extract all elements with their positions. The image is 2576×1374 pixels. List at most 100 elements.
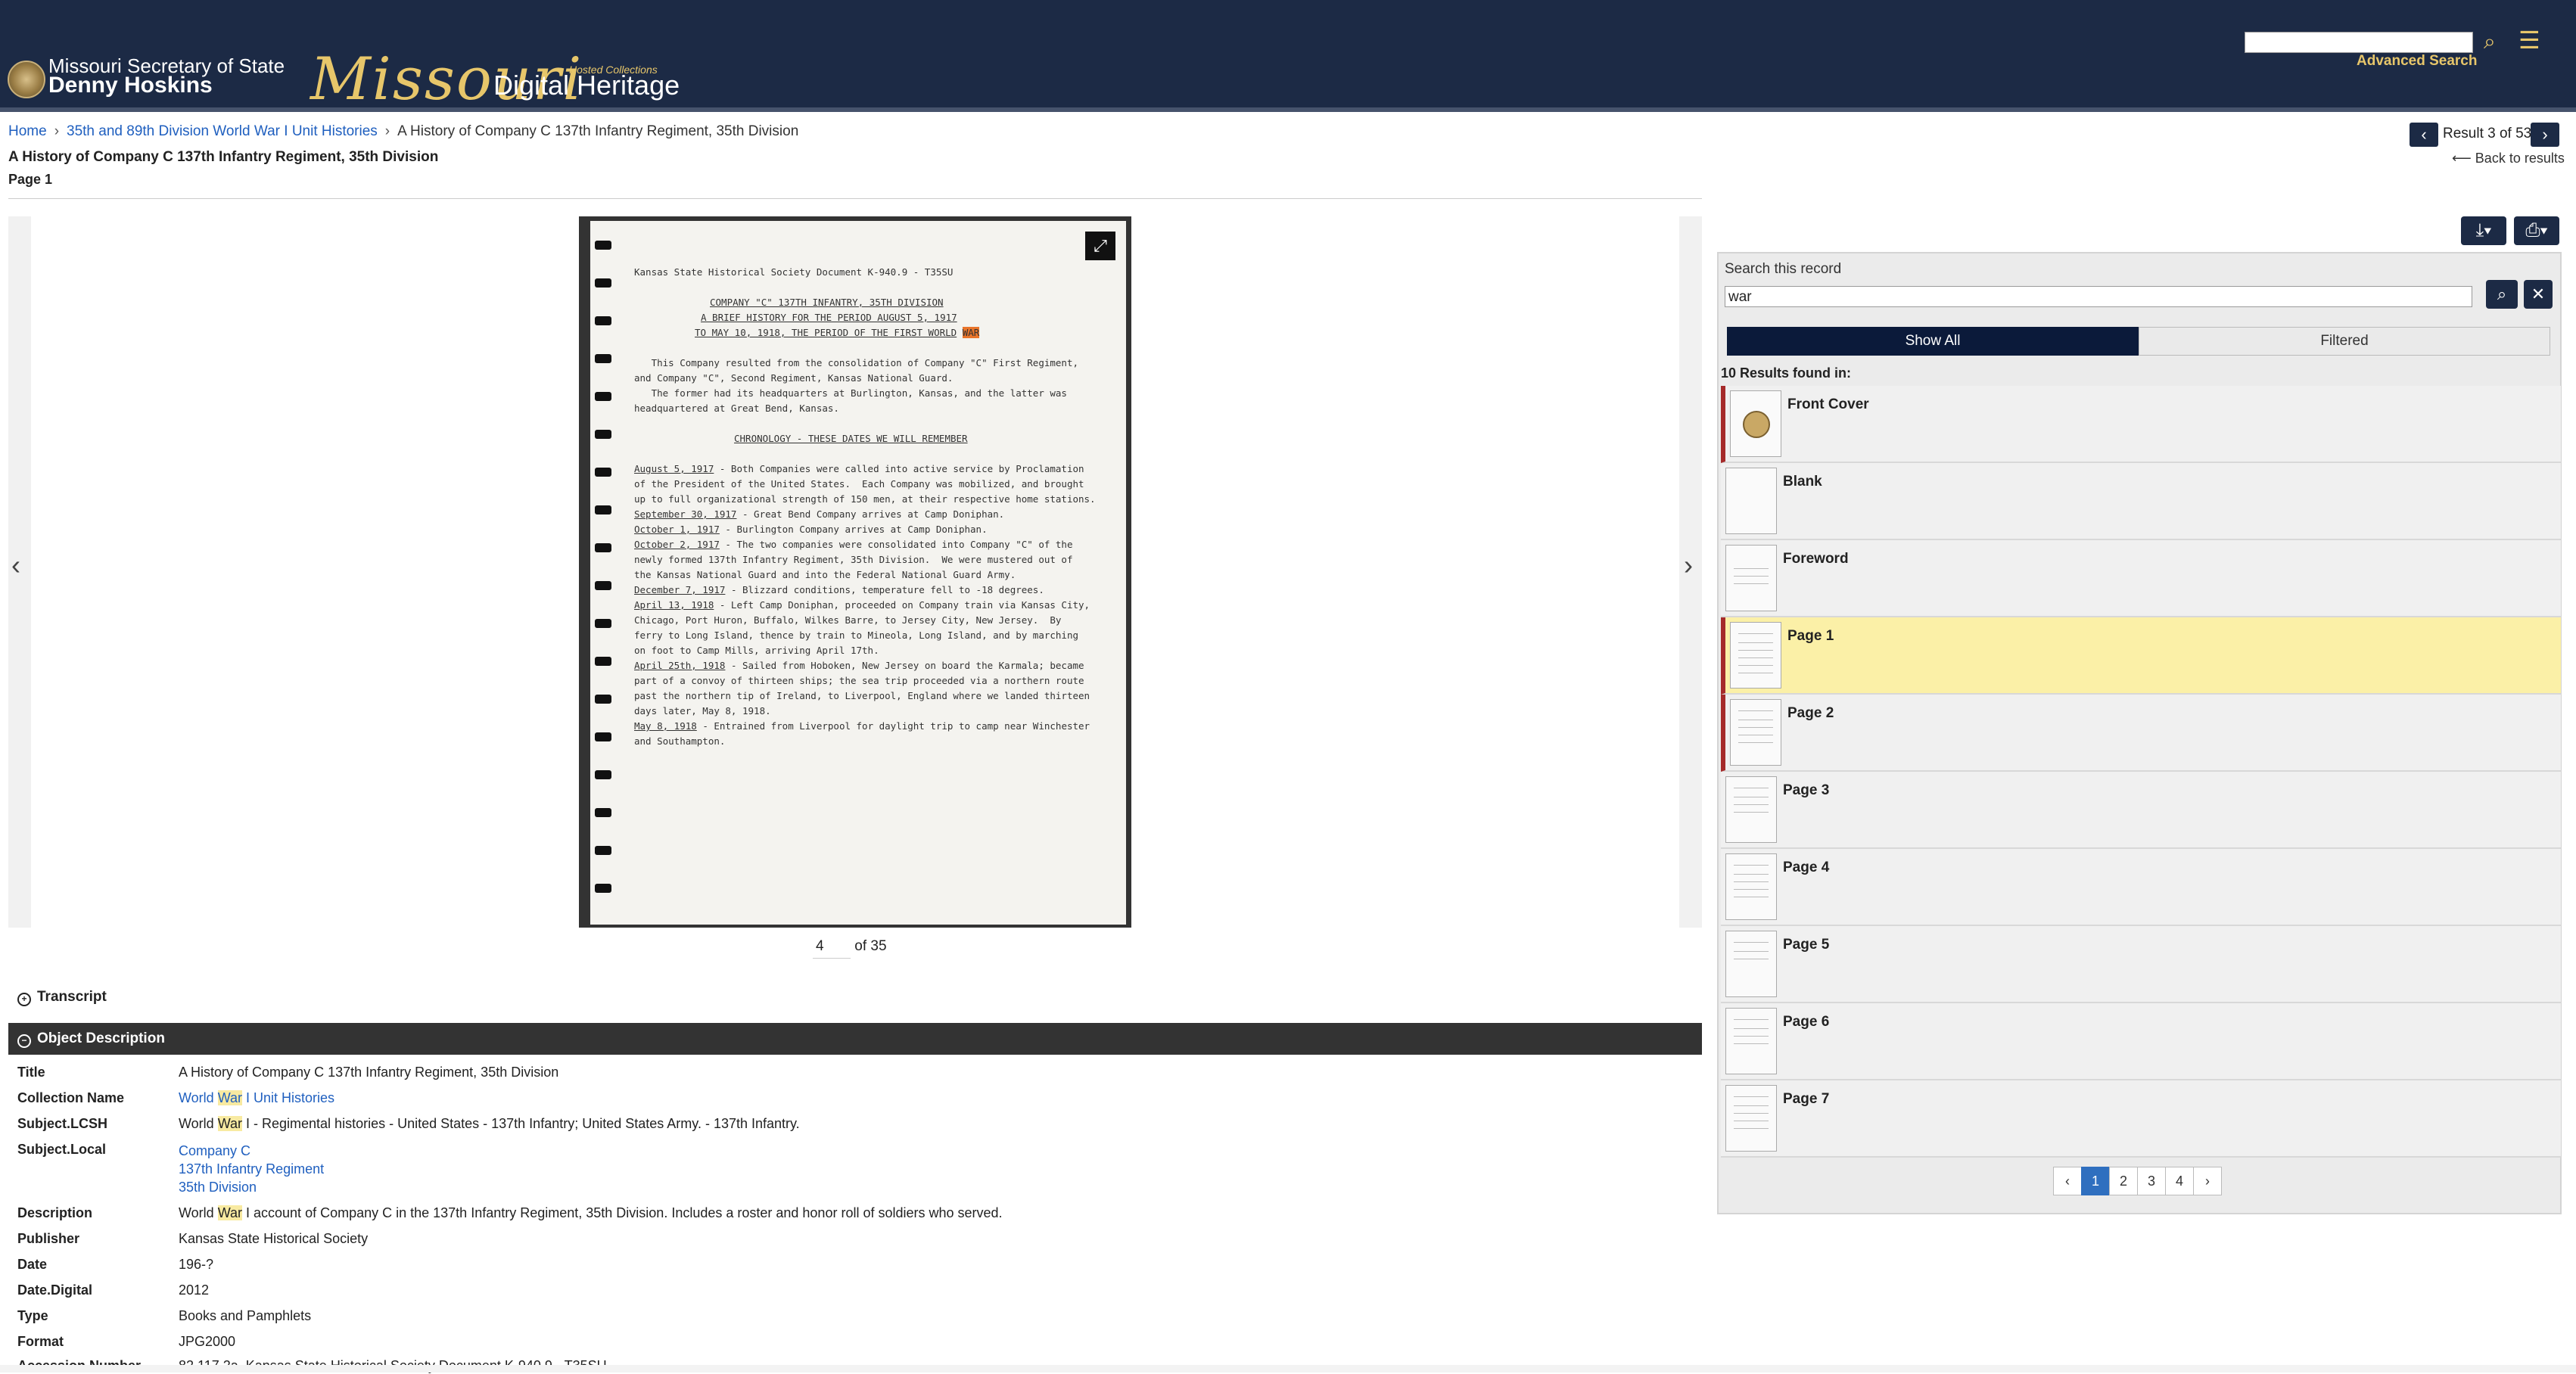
list-item[interactable]: Page 6 (1721, 1003, 2561, 1080)
list-item[interactable]: Front Cover (1721, 386, 2561, 463)
search-record-input[interactable]: war (1725, 286, 2472, 307)
object-description-header[interactable]: − Object Description (8, 1023, 1702, 1055)
divider (8, 198, 1702, 199)
list-item[interactable]: Page 4 (1721, 849, 2561, 926)
header-search-input[interactable] (2245, 32, 2473, 53)
page-number-control: 4 of 35 (813, 938, 887, 959)
viewer-next-button[interactable]: › (1679, 216, 1702, 928)
list-item[interactable]: Page 5 (1721, 926, 2561, 1003)
results-found-label: 10 Results found in: (1721, 365, 1852, 381)
prev-result-button[interactable]: ‹ (2410, 123, 2438, 147)
spiral-binding (595, 770, 611, 779)
search-icon[interactable]: ⌕ (2486, 280, 2518, 309)
spiral-binding (595, 468, 611, 477)
chevron-right-icon: › (54, 123, 60, 139)
search-hit-highlight: WAR (962, 327, 980, 338)
viewer-prev-button[interactable]: ‹ (8, 216, 31, 928)
tab-filtered[interactable]: Filtered (2139, 327, 2550, 356)
subject-link-35th[interactable]: 35th Division (179, 1180, 257, 1195)
meta-publisher-label: Publisher (17, 1231, 80, 1246)
tab-show-all[interactable]: Show All (1727, 327, 2139, 356)
back-to-results-link[interactable]: ⟵ Back to results (2452, 151, 2565, 166)
list-item-label: Page 7 (1783, 1091, 1830, 1107)
transcript-toggle[interactable]: + Transcript (8, 985, 1702, 1009)
page-thumbnail (1725, 468, 1777, 534)
meta-type-value: Books and Pamphlets (179, 1308, 312, 1323)
list-item-label: Page 5 (1783, 937, 1830, 953)
page-thumbnail (1725, 1085, 1777, 1152)
print-icon[interactable]: ⎙▾ (2514, 216, 2559, 245)
meta-local-value: Company C 137th Infantry Regiment 35th D… (179, 1142, 324, 1196)
meta-format-value: JPG2000 (179, 1334, 236, 1349)
document-page[interactable]: Kansas State Historical Society Document… (590, 221, 1126, 925)
spiral-binding (595, 732, 611, 741)
meta-description-value: World War I account of Company C in the … (179, 1205, 1003, 1220)
document-typed-text: Kansas State Historical Society Document… (634, 266, 1096, 747)
fullscreen-expand-icon[interactable]: ⤢ (1085, 232, 1115, 260)
spiral-binding (595, 505, 611, 514)
horizontal-scrollbar[interactable] (0, 1365, 2576, 1372)
chevron-left-icon: ‹ (11, 549, 20, 580)
meta-format-label: Format (17, 1334, 64, 1349)
spiral-binding (595, 354, 611, 363)
list-item[interactable]: Page 7 (1721, 1080, 2561, 1158)
meta-collection-value: World War I Unit Histories (179, 1090, 334, 1106)
collection-link[interactable]: World War I Unit Histories (179, 1090, 334, 1105)
spiral-binding (595, 241, 611, 250)
plus-circle-icon: + (17, 993, 31, 1006)
subject-link-137th[interactable]: 137th Infantry Regiment (179, 1161, 324, 1177)
list-item[interactable]: Page 2 (1721, 695, 2561, 772)
page-thumbnail (1730, 390, 1781, 457)
list-item[interactable]: Foreword (1721, 540, 2561, 617)
search-icon[interactable]: ⌕ (2484, 30, 2506, 53)
list-item[interactable]: Page 1 (1721, 617, 2561, 695)
breadcrumb-home[interactable]: Home (8, 123, 47, 139)
meta-lcsh-value: World War I - Regimental histories - Uni… (179, 1116, 800, 1131)
spiral-binding (595, 884, 611, 893)
list-item[interactable]: Blank (1721, 463, 2561, 540)
transcript-label: Transcript (37, 989, 107, 1005)
site-header: Missouri Secretary of State Denny Hoskin… (0, 0, 2576, 113)
pagination-page-2[interactable]: 2 (2109, 1167, 2138, 1195)
spiral-binding (595, 619, 611, 628)
spiral-binding (595, 316, 611, 325)
subject-link-company-c[interactable]: Company C (179, 1143, 250, 1158)
meta-collection-label: Collection Name (17, 1090, 125, 1105)
page-thumbnail (1725, 545, 1777, 611)
page-thumbnail (1725, 931, 1777, 997)
pagination-page-1[interactable]: 1 (2081, 1167, 2110, 1195)
page-thumbnail (1725, 1008, 1777, 1074)
meta-lcsh-label: Subject.LCSH (17, 1116, 108, 1131)
results-list: Front Cover Blank Foreword Page 1 Page 2… (1721, 386, 2561, 1158)
meta-description-label: Description (17, 1205, 93, 1220)
list-item[interactable]: Page 3 (1721, 772, 2561, 849)
chevron-right-icon: › (1684, 549, 1693, 580)
pagination-next-icon[interactable]: › (2193, 1167, 2222, 1195)
state-seal-logo[interactable] (8, 61, 45, 98)
digital-heritage-logo-text[interactable]: Digital Heritage (493, 70, 680, 101)
sos-name[interactable]: Denny Hoskins (48, 73, 213, 98)
chevron-right-icon: › (384, 123, 390, 139)
list-item-label: Page 4 (1783, 860, 1830, 875)
spiral-binding (595, 430, 611, 439)
next-result-button[interactable]: › (2531, 123, 2559, 147)
spiral-binding (595, 808, 611, 817)
list-item-label: Page 3 (1783, 782, 1830, 798)
meta-title-value: A History of Company C 137th Infantry Re… (179, 1065, 559, 1080)
minus-circle-icon: − (17, 1034, 31, 1048)
download-icon[interactable]: ⤓▾ (2461, 216, 2506, 245)
pagination-prev-icon[interactable]: ‹ (2053, 1167, 2082, 1195)
pagination-page-4[interactable]: 4 (2165, 1167, 2194, 1195)
hamburger-icon[interactable]: ☰ (2518, 28, 2541, 52)
page-thumbnail (1730, 699, 1781, 766)
breadcrumb: Home › 35th and 89th Division World War I … (8, 123, 798, 140)
clear-search-icon[interactable]: ✕ (2524, 280, 2553, 309)
spiral-binding (595, 543, 611, 552)
list-item-label: Blank (1783, 474, 1822, 490)
page-number-input[interactable]: 4 (813, 938, 851, 959)
pagination-page-3[interactable]: 3 (2137, 1167, 2166, 1195)
breadcrumb-collection[interactable]: 35th and 89th Division World War I Unit … (67, 123, 378, 139)
advanced-search-link[interactable]: Advanced Search (2357, 53, 2477, 70)
result-count: Result 3 of 53 (2443, 126, 2532, 141)
spiral-binding (595, 392, 611, 401)
